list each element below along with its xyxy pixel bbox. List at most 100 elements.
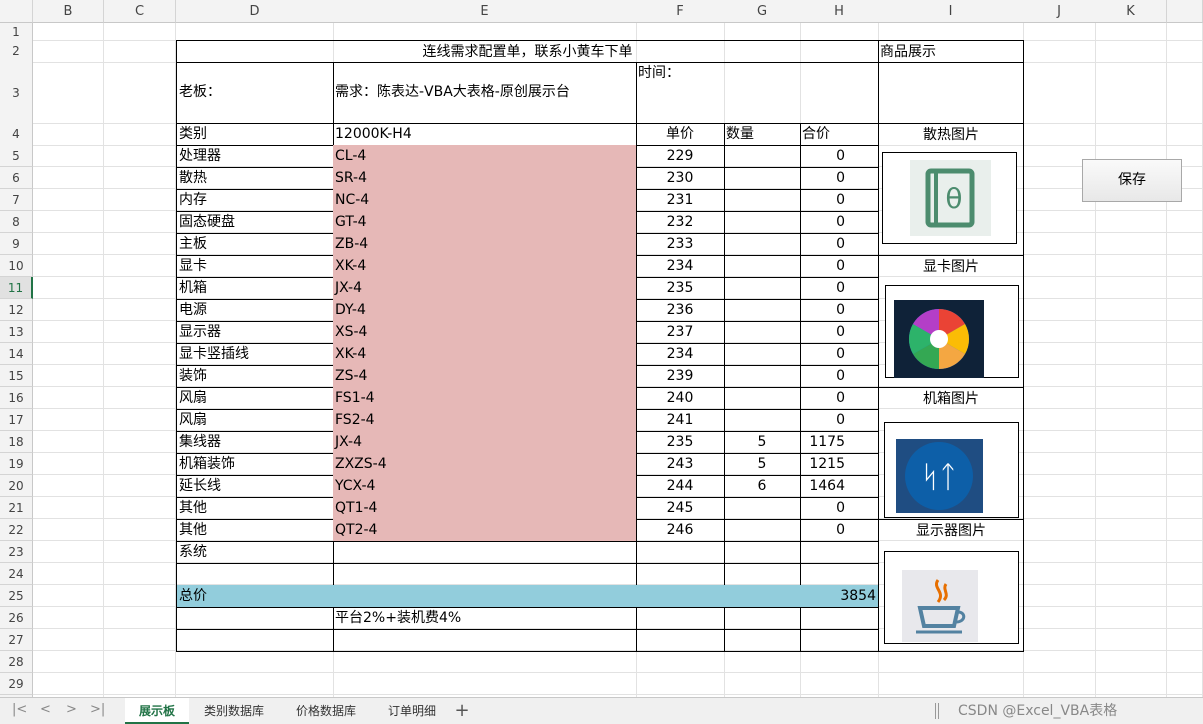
item-price[interactable]: 243 (636, 453, 725, 476)
item-price[interactable]: 230 (636, 167, 725, 190)
item-code[interactable]: JX-4 (333, 277, 637, 300)
row-header[interactable]: 16 (0, 387, 33, 409)
item-price[interactable]: 240 (636, 387, 725, 410)
blank-cell[interactable] (176, 629, 334, 652)
item-price[interactable]: 239 (636, 365, 725, 388)
item-qty[interactable]: 6 (724, 475, 801, 498)
item-total[interactable]: 1175 (800, 431, 879, 454)
item-qty[interactable] (724, 365, 801, 388)
item-qty[interactable] (724, 277, 801, 300)
item-price[interactable]: 235 (636, 431, 725, 454)
item-price[interactable]: 232 (636, 211, 725, 234)
item-qty[interactable] (724, 255, 801, 278)
item-qty[interactable] (724, 145, 801, 168)
blank-cell[interactable] (800, 563, 879, 586)
item-price[interactable]: 229 (636, 145, 725, 168)
monitor-image-frame[interactable] (884, 551, 1019, 644)
row-header[interactable]: 13 (0, 321, 33, 343)
blank-cell[interactable] (333, 563, 637, 586)
next-sheet-icon[interactable]: > (66, 702, 77, 717)
item-code[interactable]: XS-4 (333, 321, 637, 344)
item-code[interactable]: ZXZS-4 (333, 453, 637, 476)
item-category[interactable]: 散热 (176, 167, 334, 190)
item-category[interactable]: 风扇 (176, 409, 334, 432)
item-qty[interactable]: 5 (724, 453, 801, 476)
item-price[interactable]: 245 (636, 497, 725, 520)
system-value[interactable] (333, 541, 637, 564)
item-qty[interactable] (724, 343, 801, 366)
item-qty[interactable] (724, 497, 801, 520)
blank-cell[interactable] (724, 607, 801, 630)
item-code[interactable]: XK-4 (333, 255, 637, 278)
item-price[interactable]: 236 (636, 299, 725, 322)
row-header[interactable]: 8 (0, 211, 33, 233)
item-code[interactable]: FS2-4 (333, 409, 637, 432)
item-qty[interactable]: 5 (724, 431, 801, 454)
system-price[interactable] (636, 541, 725, 564)
blank-cell[interactable] (724, 563, 801, 586)
row-header[interactable]: 19 (0, 453, 33, 475)
column-header[interactable]: H (800, 0, 879, 23)
column-header[interactable]: E (333, 0, 637, 23)
item-qty[interactable] (724, 233, 801, 256)
item-code[interactable]: GT-4 (333, 211, 637, 234)
row-header[interactable]: 24 (0, 563, 33, 585)
item-category[interactable]: 内存 (176, 189, 334, 212)
split-handle-icon[interactable] (935, 703, 939, 719)
item-price[interactable]: 237 (636, 321, 725, 344)
item-code[interactable]: FS1-4 (333, 387, 637, 410)
item-category[interactable]: 风扇 (176, 387, 334, 410)
item-category[interactable]: 电源 (176, 299, 334, 322)
item-total[interactable]: 1464 (800, 475, 879, 498)
row-header[interactable]: 4 (0, 123, 33, 146)
item-total[interactable]: 0 (800, 343, 879, 366)
item-category[interactable]: 主板 (176, 233, 334, 256)
item-total[interactable]: 0 (800, 409, 879, 432)
item-category[interactable]: 延长线 (176, 475, 334, 498)
item-qty[interactable] (724, 519, 801, 542)
blank-cell[interactable] (636, 563, 725, 586)
last-sheet-icon[interactable]: >| (90, 702, 105, 717)
item-qty[interactable] (724, 167, 801, 190)
row-header[interactable]: 6 (0, 167, 33, 189)
item-total[interactable]: 0 (800, 299, 879, 322)
blank-cell[interactable] (800, 607, 879, 630)
item-code[interactable]: ZS-4 (333, 365, 637, 388)
item-total[interactable]: 0 (800, 387, 879, 410)
item-price[interactable]: 234 (636, 255, 725, 278)
column-header[interactable]: K (1095, 0, 1167, 23)
item-category[interactable]: 显示器 (176, 321, 334, 344)
first-sheet-icon[interactable]: |< (12, 702, 27, 717)
gpu-image-frame[interactable] (885, 285, 1019, 378)
row-header[interactable]: 7 (0, 189, 33, 211)
row-header[interactable]: 25 (0, 585, 33, 607)
item-total[interactable]: 0 (800, 497, 879, 520)
item-total[interactable]: 0 (800, 277, 879, 300)
row-header[interactable]: 17 (0, 409, 33, 431)
item-category[interactable]: 机箱装饰 (176, 453, 334, 476)
save-button[interactable]: 保存 (1082, 159, 1182, 202)
item-total[interactable]: 0 (800, 211, 879, 234)
select-all-corner[interactable] (0, 0, 33, 23)
item-qty[interactable] (724, 211, 801, 234)
row-header[interactable]: 27 (0, 629, 33, 651)
item-price[interactable]: 234 (636, 343, 725, 366)
item-category[interactable]: 显卡竖插线 (176, 343, 334, 366)
row-header[interactable]: 28 (0, 651, 33, 673)
item-price[interactable]: 235 (636, 277, 725, 300)
item-total[interactable]: 1215 (800, 453, 879, 476)
item-total[interactable]: 0 (800, 233, 879, 256)
item-category[interactable]: 处理器 (176, 145, 334, 168)
row-header[interactable]: 12 (0, 299, 33, 321)
row-header[interactable]: 20 (0, 475, 33, 497)
system-total[interactable] (800, 541, 879, 564)
item-total[interactable]: 0 (800, 255, 879, 278)
item-code[interactable]: ZB-4 (333, 233, 637, 256)
row-header[interactable]: 5 (0, 145, 33, 167)
item-price[interactable]: 233 (636, 233, 725, 256)
item-category[interactable]: 其他 (176, 497, 334, 520)
item-total[interactable]: 0 (800, 519, 879, 542)
blank-cell[interactable] (636, 629, 725, 652)
item-code[interactable]: JX-4 (333, 431, 637, 454)
row-header[interactable]: 21 (0, 497, 33, 519)
